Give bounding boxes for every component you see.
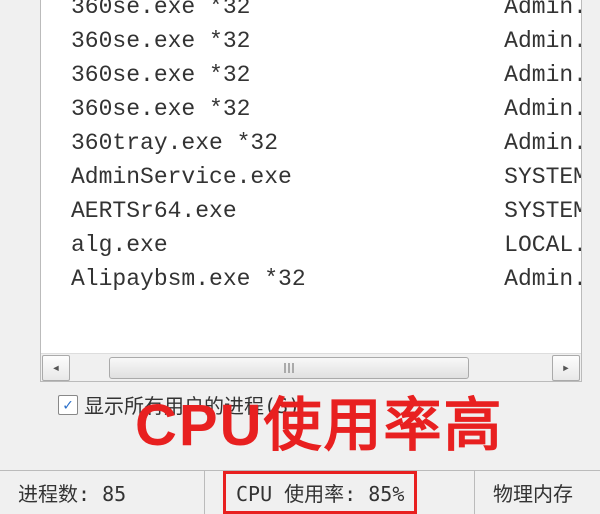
- process-name: 360tray.exe *32: [71, 126, 504, 160]
- scroll-left-arrow-icon[interactable]: ◂: [42, 355, 70, 381]
- process-name: AERTSr64.exe: [71, 194, 504, 228]
- process-count-cell: 进程数: 85: [0, 471, 205, 514]
- process-user: Admin.: [504, 24, 581, 58]
- process-panel: 360se.exe *32 Admin. 360se.exe *32 Admin…: [40, 0, 582, 382]
- process-name: Alipaybsm.exe *32: [71, 262, 504, 296]
- process-user: SYSTEM: [504, 160, 581, 194]
- table-row[interactable]: alg.exe LOCAL.: [71, 228, 581, 262]
- memory-label: 物理内存: [493, 478, 573, 507]
- horizontal-scrollbar[interactable]: ◂ ▸: [41, 353, 581, 381]
- task-manager-window: 360se.exe *32 Admin. 360se.exe *32 Admin…: [0, 0, 600, 514]
- process-name: 360se.exe *32: [71, 24, 504, 58]
- process-user: LOCAL.: [504, 228, 581, 262]
- process-name: alg.exe: [71, 228, 504, 262]
- process-name: AdminService.exe: [71, 160, 504, 194]
- process-count-label: 进程数: 85: [18, 478, 126, 507]
- cpu-usage-cell: CPU 使用率: 85%: [205, 471, 475, 514]
- table-row[interactable]: Alipaybsm.exe *32 Admin.: [71, 262, 581, 296]
- table-row[interactable]: AdminService.exe SYSTEM: [71, 160, 581, 194]
- process-user: Admin.: [504, 262, 581, 296]
- table-row[interactable]: 360se.exe *32 Admin.: [71, 0, 581, 24]
- process-name: 360se.exe *32: [71, 58, 504, 92]
- table-row[interactable]: 360se.exe *32 Admin.: [71, 92, 581, 126]
- process-user: Admin.: [504, 92, 581, 126]
- process-user: Admin.: [504, 0, 581, 24]
- scroll-right-arrow-icon[interactable]: ▸: [552, 355, 580, 381]
- table-row[interactable]: 360se.exe *32 Admin.: [71, 24, 581, 58]
- process-name: 360se.exe *32: [71, 0, 504, 24]
- annotation-overlay: CPU使用率高: [135, 378, 503, 462]
- table-row[interactable]: 360se.exe *32 Admin.: [71, 58, 581, 92]
- scroll-thumb[interactable]: [109, 357, 469, 379]
- process-list[interactable]: 360se.exe *32 Admin. 360se.exe *32 Admin…: [41, 0, 581, 350]
- cpu-usage-label: CPU 使用率: 85%: [223, 471, 417, 514]
- process-user: SYSTEM: [504, 194, 581, 228]
- thumb-grip-icon: [284, 363, 294, 373]
- memory-cell: 物理内存: [475, 471, 600, 514]
- show-all-users-checkbox[interactable]: ✓: [58, 395, 78, 415]
- table-row[interactable]: 360tray.exe *32 Admin.: [71, 126, 581, 160]
- process-user: Admin.: [504, 126, 581, 160]
- process-name: 360se.exe *32: [71, 92, 504, 126]
- process-user: Admin.: [504, 58, 581, 92]
- scroll-track[interactable]: [71, 355, 551, 381]
- table-row[interactable]: AERTSr64.exe SYSTEM: [71, 194, 581, 228]
- check-icon: ✓: [63, 395, 73, 414]
- status-bar: 进程数: 85 CPU 使用率: 85% 物理内存: [0, 470, 600, 514]
